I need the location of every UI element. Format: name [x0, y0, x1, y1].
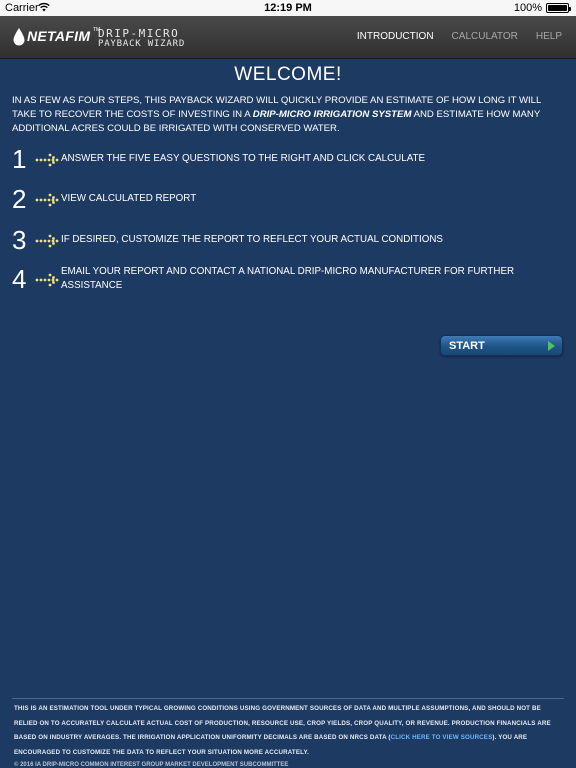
- tab-introduction[interactable]: INTRODUCTION: [357, 31, 434, 42]
- step-1: 1 ANSWER THE FIVE EASY QUESTIONS TO THE …: [12, 146, 564, 174]
- page-title: WELCOME!: [234, 64, 342, 85]
- step-3: 3 IF DESIRED, CUSTOMIZE THE REPORT TO RE…: [12, 227, 564, 255]
- step-number: 2: [12, 184, 27, 214]
- dotted-arrow-icon: [35, 193, 59, 207]
- tab-calculator[interactable]: CALCULATOR: [452, 31, 518, 42]
- step-4: 4 EMAIL YOUR REPORT AND CONTACT A NATION…: [12, 266, 564, 296]
- view-sources-link[interactable]: CLICK HERE TO VIEW SOURCES: [391, 734, 493, 741]
- clock: 12:19 PM: [264, 2, 312, 14]
- battery-percent: 100%: [513, 2, 542, 14]
- intro-emphasis: DRIP-MICRO IRRIGATION SYSTEM: [252, 109, 412, 120]
- play-icon: [548, 341, 555, 351]
- tab-help[interactable]: HELP: [536, 31, 562, 42]
- app-header: NETAFIM TM DRIP-MICRO PAYBACK WIZARD INT…: [0, 16, 576, 59]
- step-number: 1: [12, 144, 27, 174]
- brand-name: NETAFIM: [27, 28, 91, 44]
- main-nav: INTRODUCTION CALCULATOR HELP: [339, 31, 562, 42]
- battery-fill: [548, 5, 567, 11]
- start-button[interactable]: START: [440, 335, 563, 356]
- step-text: VIEW CALCULATED REPORT: [61, 193, 197, 204]
- footer-divider: [12, 698, 564, 699]
- product-subtitle: PAYBACK WIZARD: [98, 39, 186, 49]
- water-drop-icon: [13, 28, 25, 46]
- disclaimer: THIS IS AN ESTIMATION TOOL UNDER TYPICAL…: [14, 702, 562, 760]
- dotted-arrow-icon: [35, 153, 59, 167]
- step-2: 2 VIEW CALCULATED REPORT: [12, 186, 564, 214]
- start-button-label: START: [449, 340, 485, 352]
- step-number: 4: [12, 264, 27, 294]
- battery-icon: [546, 3, 571, 13]
- step-text: ANSWER THE FIVE EASY QUESTIONS TO THE RI…: [61, 153, 426, 164]
- dotted-arrow-icon: [35, 273, 59, 287]
- dotted-arrow-icon: [35, 234, 59, 248]
- intro-paragraph: IN AS FEW AS FOUR STEPS, THIS PAYBACK WI…: [12, 94, 564, 136]
- step-text: EMAIL YOUR REPORT AND CONTACT A NATIONAL…: [61, 266, 515, 291]
- step-number: 3: [12, 225, 27, 255]
- step-text: IF DESIRED, CUSTOMIZE THE REPORT TO REFL…: [61, 234, 443, 245]
- status-bar: Carrier 12:19 PM 100%: [0, 0, 576, 16]
- copyright: © 2016 IA DRIP-MICRO COMMON INTEREST GRO…: [14, 762, 289, 768]
